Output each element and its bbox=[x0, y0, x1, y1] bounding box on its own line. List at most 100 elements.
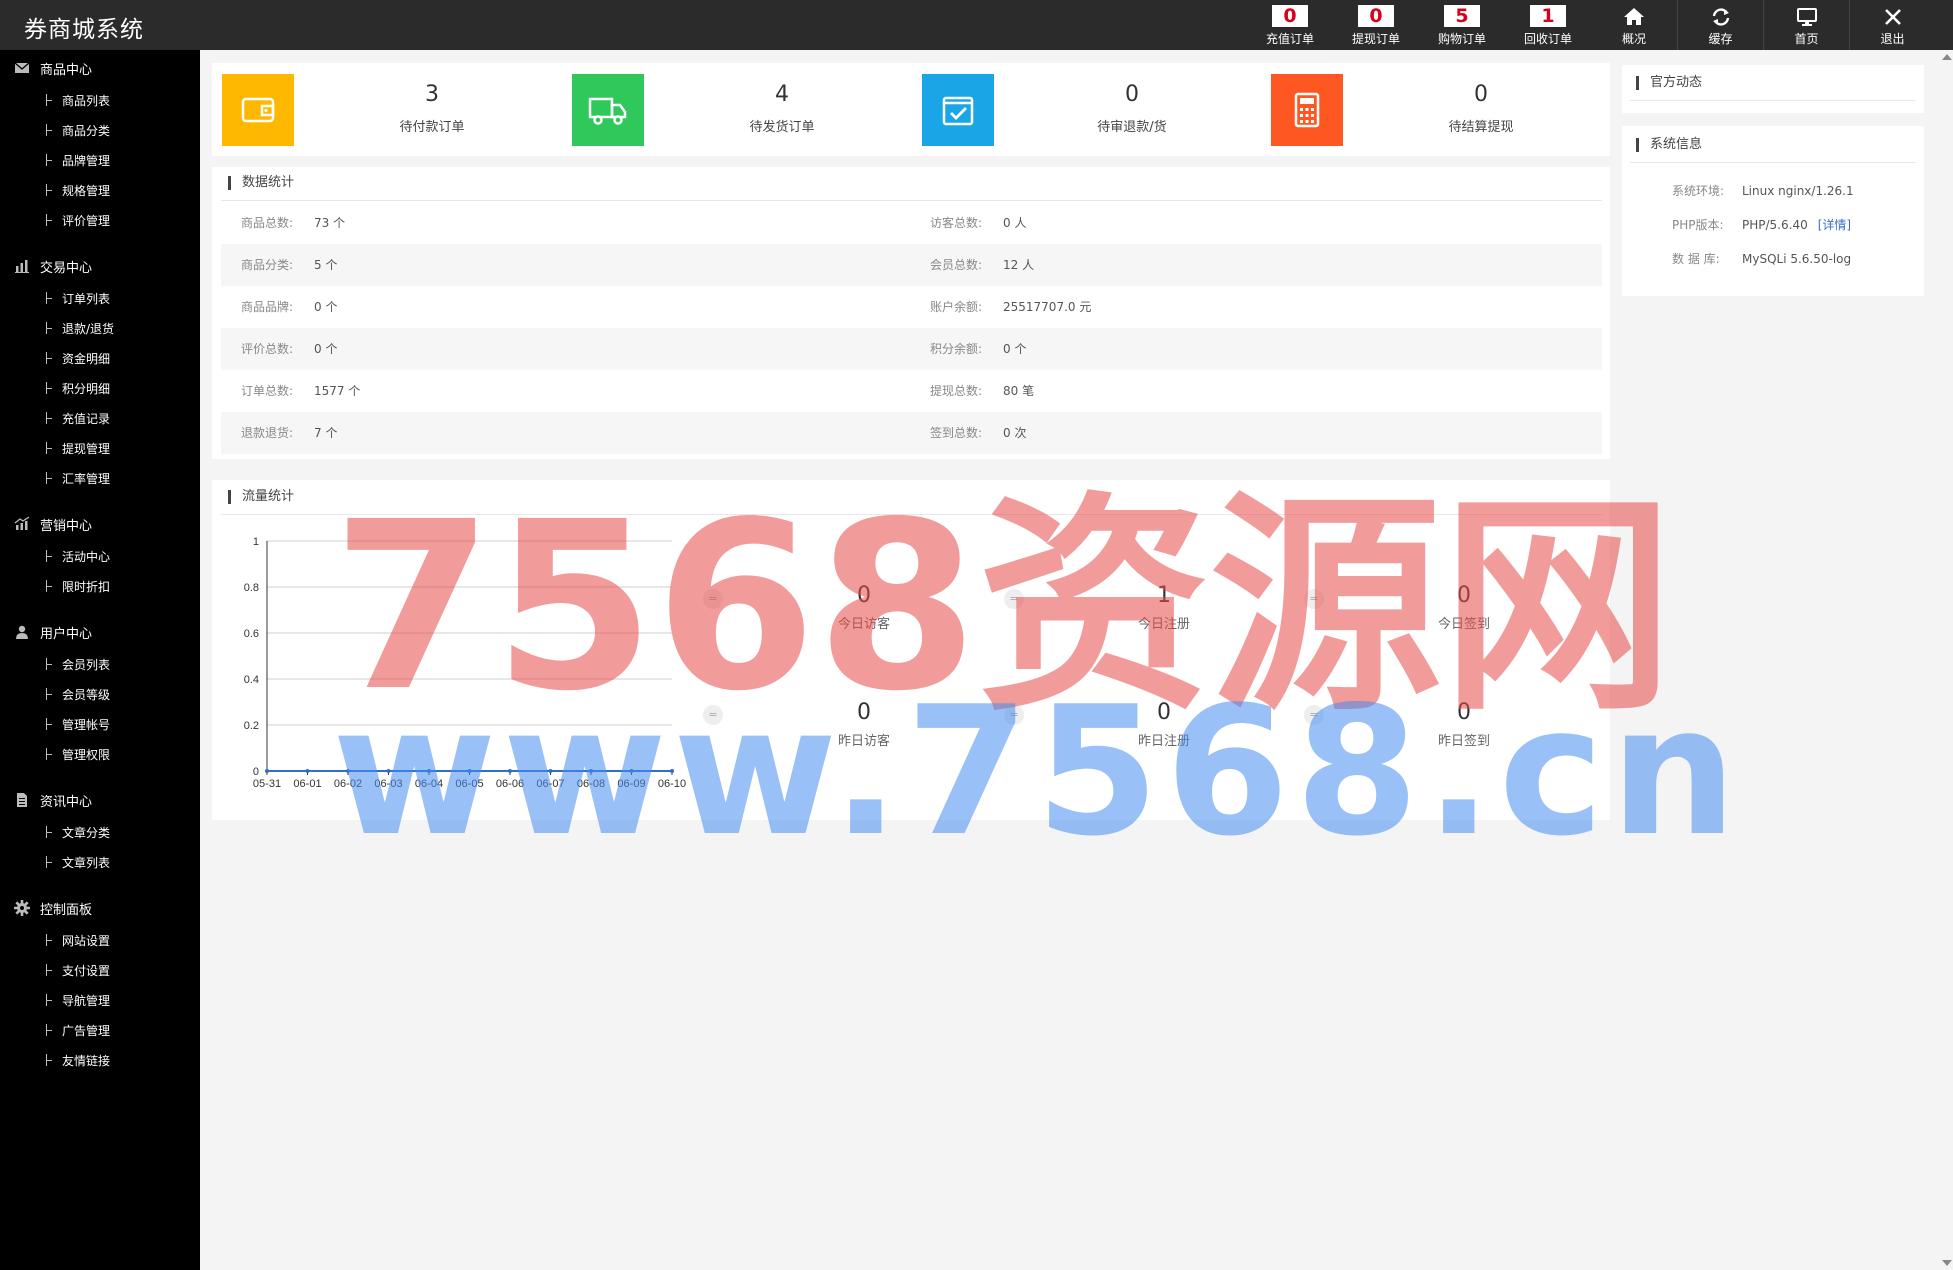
sidebar-group-goods: 商品中心 商品列表 商品分类 品牌管理 规格管理 评价管理 bbox=[0, 51, 200, 235]
chart-x-tick-label: 06-09 bbox=[617, 778, 645, 790]
sidebar-head-goods[interactable]: 商品中心 bbox=[0, 51, 200, 85]
top-nav-cache[interactable]: 缓存 bbox=[1677, 0, 1763, 50]
sidebar-item-activity[interactable]: 活动中心 bbox=[0, 541, 200, 571]
cell-value: 0 个 bbox=[314, 300, 338, 314]
withdraw-order-count: 0 bbox=[1358, 5, 1394, 27]
info-value: Linux nginx/1.26.1 bbox=[1742, 184, 1854, 198]
traffic-label: 今日签到 bbox=[1437, 617, 1490, 632]
table-row: 退款退货: 7 个 签到总数: 0 次 bbox=[221, 412, 1602, 454]
top-bar: 券商城系统 0 充值订单 0 提现订单 5 购物订单 1 回收订单 概况 缓存 … bbox=[0, 0, 1953, 50]
sidebar-item-article-list[interactable]: 文章列表 bbox=[0, 847, 200, 877]
top-nav-homepage[interactable]: 首页 bbox=[1763, 0, 1849, 50]
equal-badge: = bbox=[703, 589, 723, 609]
traffic-today-visitors: 0 今日访客 bbox=[764, 583, 964, 632]
sidebar-head-trade[interactable]: 交易中心 bbox=[0, 249, 200, 283]
document-icon bbox=[17, 793, 27, 807]
sidebar-item-refund[interactable]: 退款/退货 bbox=[0, 313, 200, 343]
chart-data-point bbox=[629, 769, 634, 773]
table-row: 商品品牌: 0 个 账户余额: 25517707.0 元 bbox=[221, 286, 1602, 328]
stat-card-pending-shipment[interactable]: 4 待发货订单 bbox=[572, 74, 922, 146]
cell-value: 25517707.0 元 bbox=[1003, 300, 1092, 314]
sidebar-item-site-settings[interactable]: 网站设置 bbox=[0, 925, 200, 955]
stat-value: 3 bbox=[425, 82, 439, 107]
chart-data-point bbox=[467, 769, 472, 773]
bar-chart-icon bbox=[15, 260, 29, 273]
top-nav-label: 退出 bbox=[1880, 32, 1905, 46]
sidebar-head-control[interactable]: 控制面板 bbox=[0, 891, 200, 925]
sidebar-head-label: 营销中心 bbox=[40, 518, 93, 534]
sidebar-item-admin-permission[interactable]: 管理权限 bbox=[0, 739, 200, 769]
sidebar-item-label: 评价管理 bbox=[62, 213, 111, 228]
mail-icon bbox=[14, 62, 30, 73]
equal-badge: = bbox=[1004, 589, 1024, 609]
sidebar-item-member-list[interactable]: 会员列表 bbox=[0, 649, 200, 679]
traffic-value: 0 bbox=[857, 700, 871, 725]
top-nav-logout[interactable]: 退出 bbox=[1849, 0, 1935, 50]
sidebar-item-navigation[interactable]: 导航管理 bbox=[0, 985, 200, 1015]
sidebar-head-marketing[interactable]: 营销中心 bbox=[0, 507, 200, 541]
sidebar-item-order-list[interactable]: 订单列表 bbox=[0, 283, 200, 313]
sidebar-head-news[interactable]: 资讯中心 bbox=[0, 783, 200, 817]
sidebar-item-links[interactable]: 友情链接 bbox=[0, 1045, 200, 1075]
sidebar-item-label: 友情链接 bbox=[62, 1053, 111, 1068]
sidebar-item-label: 充值记录 bbox=[62, 411, 111, 426]
top-nav-recycle-orders[interactable]: 1 回收订单 bbox=[1505, 0, 1591, 50]
sysinfo-row-db: 数 据 库: MySQLi 5.6.50-log bbox=[1672, 250, 1851, 270]
sidebar-item-label: 文章分类 bbox=[62, 825, 111, 840]
sidebar-item-review[interactable]: 评价管理 bbox=[0, 205, 200, 235]
cell-label: 账户余额: bbox=[930, 300, 983, 314]
info-value: MySQLi 5.6.50-log bbox=[1742, 252, 1852, 266]
chart-x-tick-label: 06-02 bbox=[334, 778, 362, 790]
sidebar-item-recharge[interactable]: 充值记录 bbox=[0, 403, 200, 433]
cell-value: 0 个 bbox=[1003, 342, 1027, 356]
php-details-link[interactable]: [详情] bbox=[1818, 218, 1851, 232]
traffic-value: 0 bbox=[1157, 700, 1171, 725]
sidebar-item-ads[interactable]: 广告管理 bbox=[0, 1015, 200, 1045]
sidebar-item-label: 会员列表 bbox=[62, 657, 111, 672]
sidebar-item-goods-category[interactable]: 商品分类 bbox=[0, 115, 200, 145]
sidebar-item-label: 资金明细 bbox=[62, 351, 111, 366]
stat-value: 0 bbox=[1125, 82, 1139, 107]
sidebar-item-funds[interactable]: 资金明细 bbox=[0, 343, 200, 373]
top-nav-label: 购物订单 bbox=[1437, 32, 1486, 46]
sidebar-item-discount[interactable]: 限时折扣 bbox=[0, 571, 200, 601]
sidebar-item-goods-list[interactable]: 商品列表 bbox=[0, 85, 200, 115]
sidebar-item-label: 导航管理 bbox=[62, 993, 111, 1008]
top-nav-recharge-orders[interactable]: 0 充值订单 bbox=[1247, 0, 1333, 50]
vertical-scrollbar[interactable] bbox=[1940, 50, 1953, 1270]
top-nav-withdraw-orders[interactable]: 0 提现订单 bbox=[1333, 0, 1419, 50]
table-row: 商品总数: 73 个 访客总数: 0 人 bbox=[221, 202, 1602, 244]
calculator-icon bbox=[1271, 74, 1343, 146]
stat-card-pending-withdraw[interactable]: 0 待结算提现 bbox=[1271, 74, 1621, 146]
sidebar-item-spec[interactable]: 规格管理 bbox=[0, 175, 200, 205]
app-title: 券商城系统 bbox=[24, 17, 144, 43]
scroll-up-arrow-icon[interactable] bbox=[1942, 54, 1952, 60]
chart-x-tick-label: 06-01 bbox=[293, 778, 321, 790]
sidebar-item-label: 汇率管理 bbox=[62, 471, 111, 486]
sidebar-item-article-category[interactable]: 文章分类 bbox=[0, 817, 200, 847]
traffic-label: 昨日签到 bbox=[1437, 734, 1490, 749]
top-nav-shopping-orders[interactable]: 5 购物订单 bbox=[1419, 0, 1505, 50]
sidebar-item-exchange-rate[interactable]: 汇率管理 bbox=[0, 463, 200, 493]
traffic-yesterday-registrations: 0 昨日注册 bbox=[1064, 700, 1264, 749]
chart-x-tick-label: 05-31 bbox=[253, 778, 281, 790]
sysinfo-row-env: 系统环境: Linux nginx/1.26.1 bbox=[1672, 182, 1854, 202]
top-nav-label: 首页 bbox=[1794, 32, 1819, 46]
traffic-chart: 0 0.2 0.4 0.6 0.8 1 05-31 06-01 06-02 06-03 06-04 0… bbox=[244, 536, 686, 790]
stat-card-pending-payment[interactable]: 3 待付款订单 bbox=[222, 74, 572, 146]
chart-x-tick-label: 06-05 bbox=[455, 778, 483, 790]
scroll-down-arrow-icon[interactable] bbox=[1942, 1260, 1952, 1266]
sidebar-item-admin-account[interactable]: 管理帐号 bbox=[0, 709, 200, 739]
checkbox-icon bbox=[922, 74, 994, 146]
sidebar-item-payment-settings[interactable]: 支付设置 bbox=[0, 955, 200, 985]
stat-card-pending-refund[interactable]: 0 待审退款/货 bbox=[922, 74, 1272, 146]
sidebar-item-member-level[interactable]: 会员等级 bbox=[0, 679, 200, 709]
sidebar-item-withdraw[interactable]: 提现管理 bbox=[0, 433, 200, 463]
cell-value: 73 个 bbox=[314, 216, 346, 230]
sidebar-item-label: 退款/退货 bbox=[62, 321, 115, 336]
top-nav-overview[interactable]: 概况 bbox=[1591, 0, 1677, 50]
sidebar-head-users[interactable]: 用户中心 bbox=[0, 615, 200, 649]
sidebar-item-points[interactable]: 积分明细 bbox=[0, 373, 200, 403]
news-title: 官方动态 bbox=[1636, 73, 1702, 93]
sidebar-item-brand[interactable]: 品牌管理 bbox=[0, 145, 200, 175]
